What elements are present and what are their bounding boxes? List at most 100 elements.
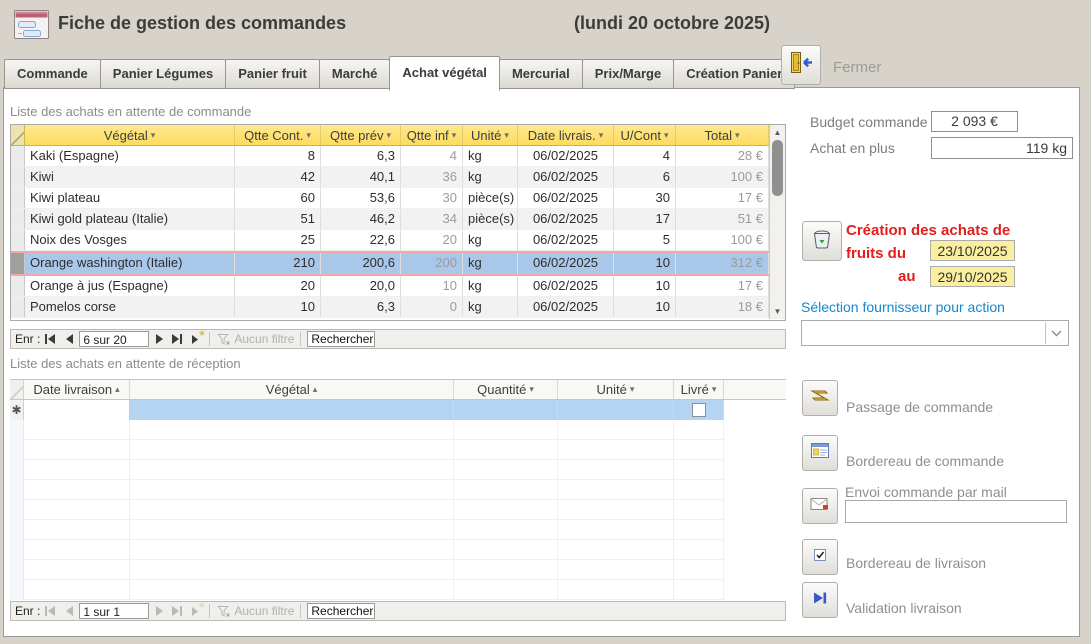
record-position[interactable]: 6 sur 20	[79, 331, 149, 347]
cell-total[interactable]: 100 €	[676, 167, 769, 187]
cell-total[interactable]: 17 €	[676, 188, 769, 208]
row-selector[interactable]	[11, 276, 25, 296]
row-selector[interactable]	[11, 230, 25, 250]
row-selector[interactable]	[11, 146, 25, 166]
table-row[interactable]: Orange washington (Italie)210200,6200kg0…	[11, 251, 785, 276]
delivery-slip-button[interactable]	[802, 539, 838, 575]
column-header-unit[interactable]: Unité▾	[463, 125, 518, 145]
cell-unite[interactable]: kg	[463, 253, 518, 274]
table-row[interactable]: Kiwi plateau6053,630pièce(s)06/02/202530…	[11, 188, 785, 209]
cell-unite[interactable]: kg	[463, 297, 518, 317]
cell-qtte-inf[interactable]: 34	[401, 209, 463, 229]
row-selector[interactable]	[11, 188, 25, 208]
cell-qtte-prev[interactable]: 20,0	[321, 276, 401, 296]
cell-total[interactable]: 17 €	[676, 276, 769, 296]
cell-qtte-inf[interactable]: 36	[401, 167, 463, 187]
column-header-qtte-inf[interactable]: Qtte inf▾	[401, 125, 463, 145]
orders-vertical-scrollbar[interactable]: ▲ ▼	[769, 125, 785, 319]
new-cell-v-g-tal[interactable]	[130, 400, 454, 420]
new-cell-quantit[interactable]	[454, 400, 558, 420]
record-position[interactable]: 1 sur 1	[79, 603, 149, 619]
cell-qtte-cont[interactable]: 8	[235, 146, 321, 166]
cell-qtte-prev[interactable]: 6,3	[321, 297, 401, 317]
order-slip-button[interactable]	[802, 435, 838, 471]
cell-qtte-prev[interactable]: 46,2	[321, 209, 401, 229]
column-header-livr[interactable]: Livré▾	[674, 380, 724, 399]
cell-date-livraison[interactable]: 06/02/2025	[518, 146, 614, 166]
cell-unite[interactable]: kg	[463, 167, 518, 187]
column-header-qtte-pr-v[interactable]: Qtte prév▾	[321, 125, 401, 145]
combo-dropdown-button[interactable]	[1045, 322, 1067, 344]
column-header-total[interactable]: Total▾	[676, 125, 769, 145]
first-record-button[interactable]	[43, 333, 58, 346]
scroll-down-arrow-icon[interactable]: ▼	[770, 305, 785, 318]
cell-qtte-cont[interactable]: 20	[235, 276, 321, 296]
table-row[interactable]: Kiwi gold plateau (Italie)5146,234pièce(…	[11, 209, 785, 230]
column-header-unit[interactable]: Unité▾	[558, 380, 674, 399]
cell-qtte-inf[interactable]: 10	[401, 276, 463, 296]
cell-vegetal[interactable]: Orange washington (Italie)	[25, 253, 235, 274]
cell-u-cont[interactable]: 10	[614, 253, 676, 274]
cell-qtte-prev[interactable]: 53,6	[321, 188, 401, 208]
mail-address-input[interactable]	[845, 500, 1067, 523]
column-header-qtte-cont[interactable]: Qtte Cont.▾	[235, 125, 321, 145]
new-record-button[interactable]: ✳	[188, 333, 203, 346]
cell-total[interactable]: 18 €	[676, 297, 769, 317]
close-form-button[interactable]	[781, 45, 821, 85]
cell-u-cont[interactable]: 5	[614, 230, 676, 250]
cell-vegetal[interactable]: Noix des Vosges	[25, 230, 235, 250]
column-header-v-g-tal[interactable]: Végétal▴	[130, 380, 454, 399]
cell-vegetal[interactable]: Orange à jus (Espagne)	[25, 276, 235, 296]
cell-date-livraison[interactable]: 06/02/2025	[518, 167, 614, 187]
cell-vegetal[interactable]: Pomelos corse	[25, 297, 235, 317]
next-record-button[interactable]	[152, 333, 167, 346]
cell-vegetal[interactable]: Kiwi	[25, 167, 235, 187]
column-header-quantit[interactable]: Quantité▾	[454, 380, 558, 399]
cell-qtte-cont[interactable]: 42	[235, 167, 321, 187]
table-row[interactable]: Kaki (Espagne)86,34kg06/02/2025428 €	[11, 146, 785, 167]
cell-date-livraison[interactable]: 06/02/2025	[518, 209, 614, 229]
tab-prix-marge[interactable]: Prix/Marge	[582, 59, 674, 89]
cell-qtte-cont[interactable]: 25	[235, 230, 321, 250]
cell-date-livraison[interactable]: 06/02/2025	[518, 297, 614, 317]
date-to-field[interactable]: 29/10/2025	[930, 266, 1015, 287]
cell-date-livraison[interactable]: 06/02/2025	[518, 276, 614, 296]
previous-record-button[interactable]	[61, 333, 76, 346]
table-row[interactable]: Noix des Vosges2522,620kg06/02/20255100 …	[11, 230, 785, 251]
place-order-button[interactable]	[802, 380, 838, 416]
cell-date-livraison[interactable]: 06/02/2025	[518, 253, 614, 274]
new-cell-livr[interactable]	[674, 400, 724, 420]
tab-panier-l-gumes[interactable]: Panier Légumes	[100, 59, 226, 89]
cell-qtte-cont[interactable]: 210	[235, 253, 321, 274]
scrollbar-thumb[interactable]	[772, 140, 783, 196]
cell-qtte-inf[interactable]: 200	[401, 253, 463, 274]
cell-qtte-cont[interactable]: 51	[235, 209, 321, 229]
cell-total[interactable]: 28 €	[676, 146, 769, 166]
cell-qtte-inf[interactable]: 0	[401, 297, 463, 317]
cell-u-cont[interactable]: 30	[614, 188, 676, 208]
tab-achat-v-g-tal[interactable]: Achat végétal	[389, 56, 500, 91]
column-header-date-livrais[interactable]: Date livrais.▾	[518, 125, 614, 145]
budget-value-field[interactable]: 2 093 €	[931, 111, 1018, 132]
date-from-field[interactable]: 23/10/2025	[930, 240, 1015, 261]
cell-unite[interactable]: kg	[463, 146, 518, 166]
row-selector[interactable]	[11, 253, 25, 274]
new-cell-date-livraison[interactable]	[24, 400, 130, 420]
search-input[interactable]	[307, 603, 375, 619]
cell-u-cont[interactable]: 6	[614, 167, 676, 187]
supplier-combobox[interactable]	[801, 320, 1069, 346]
tab-panier-fruit[interactable]: Panier fruit	[225, 59, 320, 89]
cell-qtte-cont[interactable]: 60	[235, 188, 321, 208]
validate-delivery-button[interactable]	[802, 582, 838, 618]
create-purchases-button[interactable]	[802, 221, 842, 261]
send-order-mail-button[interactable]	[802, 488, 838, 524]
cell-qtte-inf[interactable]: 4	[401, 146, 463, 166]
row-selector[interactable]	[11, 297, 25, 317]
cell-total[interactable]: 312 €	[676, 253, 769, 274]
new-record-row[interactable]: ✱	[10, 400, 786, 420]
tab-cr-ation-panier[interactable]: Création Panier	[673, 59, 795, 89]
delivered-checkbox[interactable]	[692, 403, 706, 417]
cell-qtte-prev[interactable]: 200,6	[321, 253, 401, 274]
cell-vegetal[interactable]: Kiwi plateau	[25, 188, 235, 208]
cell-vegetal[interactable]: Kaki (Espagne)	[25, 146, 235, 166]
